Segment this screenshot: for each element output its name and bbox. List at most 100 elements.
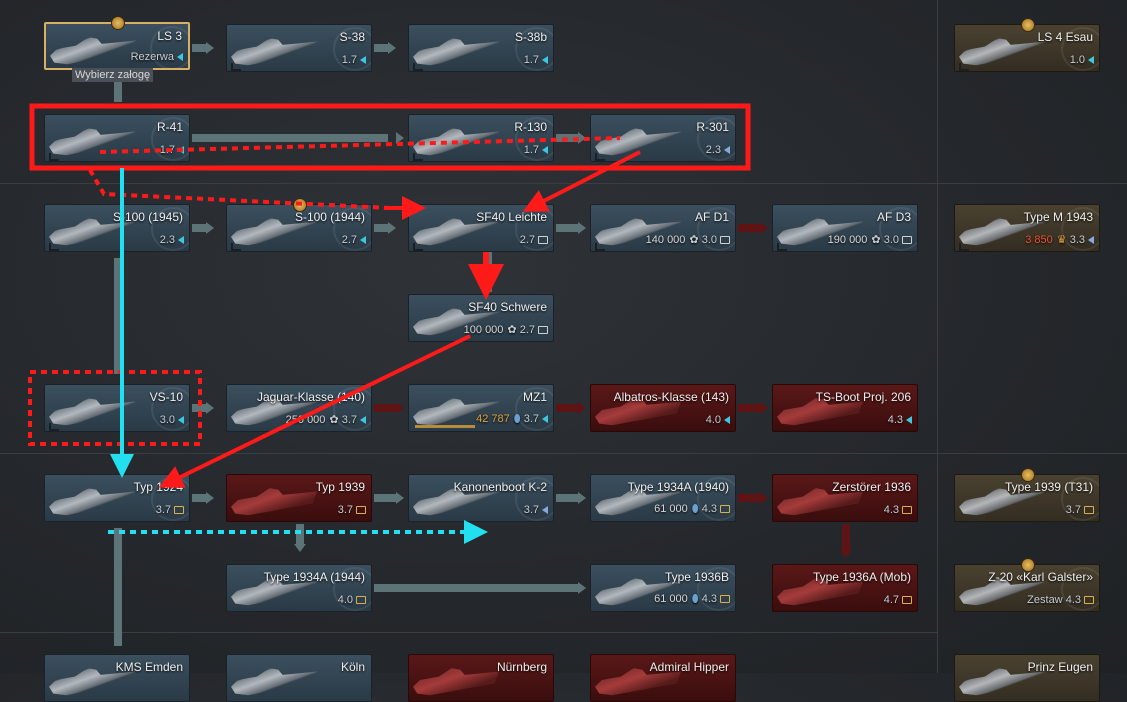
connector-arrow (760, 492, 768, 504)
vehicle-name: VS-10 (149, 390, 183, 404)
vehicle-name: Typ 1924 (133, 480, 183, 494)
connector (192, 44, 206, 52)
connector-arrow (396, 402, 404, 414)
connector-arrow (760, 402, 768, 414)
vehicle-card-zerstorer-1936[interactable]: Zerstörer 1936 4.3 (772, 474, 918, 522)
stand-icon (777, 243, 787, 251)
vehicle-name: AF D1 (694, 210, 729, 224)
connector-arrow (840, 550, 852, 558)
research-progress-bar (415, 425, 475, 428)
connector-arrow (760, 222, 768, 234)
battle-rating: 1.7 (160, 144, 184, 156)
vehicle-card-typ-1939[interactable]: Typ 1939 3.7 (226, 474, 372, 522)
vehicle-name: Type 1936A (Mob) (812, 570, 911, 584)
vehicle-card-admiral-hipper[interactable]: Admiral Hipper (590, 654, 736, 702)
vehicle-card-sf40-leichte[interactable]: SF40 Leichte 2.7 (408, 204, 554, 252)
vehicle-card-kms-emden[interactable]: KMS Emden (44, 654, 190, 702)
vehicle-card-mz1[interactable]: MZ1 42 787 ⬮ 3.7 (408, 384, 554, 432)
ship-class-icon (720, 595, 730, 604)
ship-image (959, 38, 1045, 66)
vehicle-card-koln[interactable]: Köln (226, 654, 372, 702)
battle-rating: 1.0 (1070, 54, 1094, 66)
connector (556, 224, 578, 232)
vehicle-card-kanonenboot-k2[interactable]: Kanonenboot K-2 3.7 (408, 474, 554, 522)
vehicle-name: Jaguar-Klasse (140) (256, 390, 365, 404)
vehicle-name: TS-Boot Proj. 206 (815, 390, 911, 404)
vehicle-name: Type 1934A (1940) (627, 480, 729, 494)
stand-icon (49, 243, 59, 251)
rp-icon: ⬮ (513, 413, 524, 425)
stand-icon (49, 153, 59, 161)
boat-class-icon (177, 53, 183, 62)
vehicle-card-albatros[interactable]: Albatros-Klasse (143) 4.0 (590, 384, 736, 432)
vehicle-card-nurnberg[interactable]: Nürnberg (408, 654, 554, 702)
vehicle-card-s38[interactable]: S-38 1.7 (226, 24, 372, 72)
battle-rating: 3.0 (160, 414, 184, 426)
vehicle-name: R-41 (156, 120, 183, 134)
vehicle-card-jaguar[interactable]: Jaguar-Klasse (140) 250 000 ✿ 3.7 (226, 384, 372, 432)
vehicle-name: Admiral Hipper (649, 660, 729, 674)
connector (114, 258, 122, 374)
vehicle-card-sf40-schwere[interactable]: SF40 Schwere 100 000 ✿ 2.7 (408, 294, 554, 342)
connector-arrow (578, 132, 586, 144)
vehicle-card-r41[interactable]: R-41 1.7 (44, 114, 190, 162)
vehicle-name: Type 1934A (1944) (263, 570, 365, 584)
connector (114, 528, 122, 646)
vehicle-card-vs10[interactable]: VS-10 3.0 (44, 384, 190, 432)
ship-image (49, 128, 135, 156)
vehicle-card-type-m-1943[interactable]: Type M 1943 3 850 ♛ 3.3 (954, 204, 1100, 252)
connector (192, 404, 206, 412)
stand-icon (413, 153, 423, 161)
vehicle-cost-and-rating: 250 000 ✿ 3.7 (286, 413, 366, 426)
battle-rating: 4.3 (884, 504, 912, 516)
vehicle-cost-and-rating: 61 000 ⬮ 4.3 (654, 593, 730, 606)
research-cost: 250 000 (285, 414, 326, 426)
column-divider (937, 0, 938, 673)
vehicle-name: Z-20 «Karl Galster» (988, 570, 1093, 584)
ship-image (231, 668, 317, 696)
battle-rating: 3.7 (338, 504, 366, 516)
vehicle-card-af-d1[interactable]: AF D1 140 000 ✿ 3.0 (590, 204, 736, 252)
boat-class-icon (178, 146, 184, 155)
stand-icon (595, 153, 605, 161)
crew-tooltip: Wybierz załogę (72, 68, 154, 82)
rp-icon: ✿ (507, 324, 520, 336)
vehicle-card-r301[interactable]: R-301 2.3 (590, 114, 736, 162)
battle-rating: 3.7 (524, 504, 548, 516)
ship-class-icon (902, 506, 912, 515)
connector-arrow (206, 222, 214, 234)
battle-rating: 4.0 (706, 414, 730, 426)
stand-icon (231, 63, 241, 71)
connector-arrow (294, 544, 306, 552)
boat-class-icon (724, 146, 730, 155)
research-cost: 100 000 (463, 324, 504, 336)
vehicle-card-type-1936b[interactable]: Type 1936B 61 000 ⬮ 4.3 (590, 564, 736, 612)
boat-class-icon (360, 56, 366, 65)
vehicle-card-typ-1924[interactable]: Typ 1924 3.7 (44, 474, 190, 522)
vehicle-card-type-1936a-mob[interactable]: Type 1936A (Mob) 4.7 (772, 564, 918, 612)
vehicle-card-type-1934a-1940[interactable]: Type 1934A (1940) 61 000 ⬮ 4.3 (590, 474, 736, 522)
dotted-red-path (88, 168, 391, 210)
research-cost: 140 000 (645, 234, 686, 246)
vehicle-card-s100-1945[interactable]: S-100 (1945) 2.3 (44, 204, 190, 252)
boat-class-icon (542, 56, 548, 65)
connector (738, 224, 760, 232)
vehicle-name: S-38 (339, 30, 365, 44)
vehicle-card-r130[interactable]: R-130 1.7 (408, 114, 554, 162)
vehicle-card-s38b[interactable]: S-38b 1.7 (408, 24, 554, 72)
connector (114, 80, 122, 102)
row-divider (938, 183, 1127, 184)
vehicle-cost-and-rating: 3 850 ♛ 3.3 (1025, 233, 1094, 246)
battle-rating: 3.7 (156, 504, 184, 516)
battle-rating: 2.7 (520, 234, 548, 246)
vehicle-card-ts-boot[interactable]: TS-Boot Proj. 206 4.3 (772, 384, 918, 432)
vehicle-name: Köln (340, 660, 365, 674)
row-divider (0, 453, 937, 454)
connector (374, 494, 396, 502)
vehicle-card-type-1934a-1944[interactable]: Type 1934A (1944) 4.0 (226, 564, 372, 612)
rp-icon: ⬮ (691, 503, 702, 515)
boat-class-icon (1088, 236, 1094, 245)
vehicle-card-af-d3[interactable]: AF D3 190 000 ✿ 3.0 (772, 204, 918, 252)
vehicle-card-prinz-eugen[interactable]: Prinz Eugen (954, 654, 1100, 702)
vehicle-cost-and-rating: 61 000 ⬮ 4.3 (654, 503, 730, 516)
